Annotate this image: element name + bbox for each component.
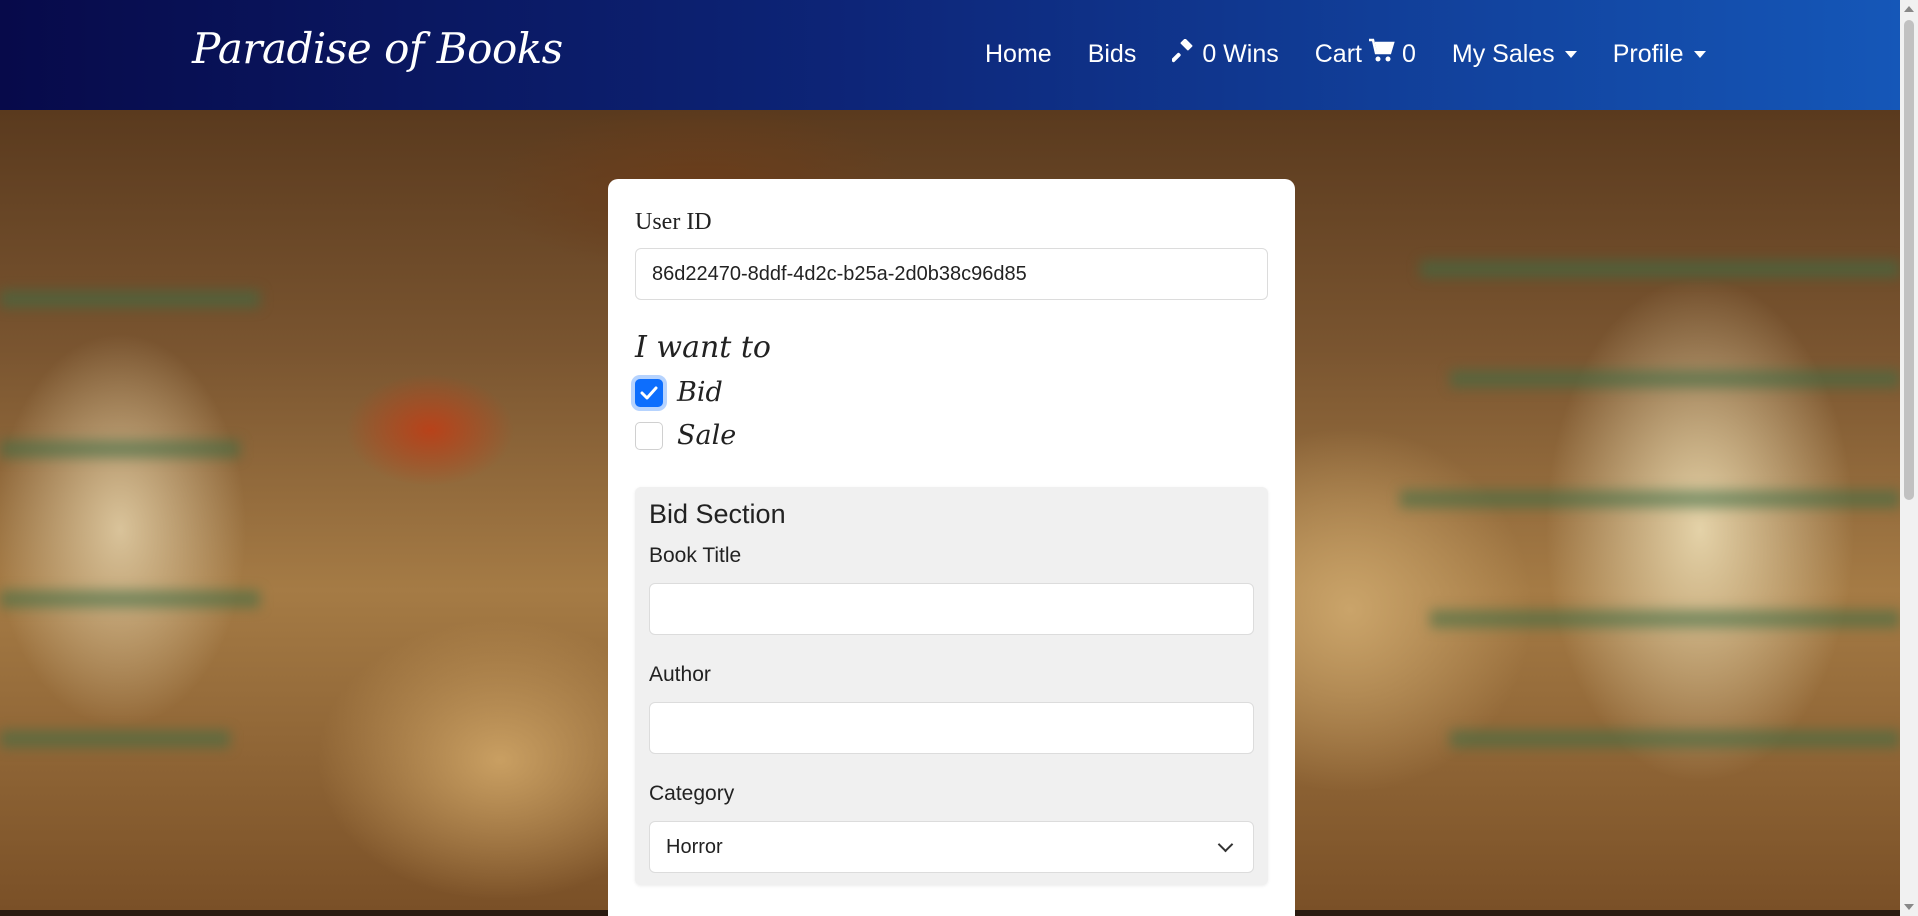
bid-section-title: Bid Section <box>649 499 786 529</box>
form-card: User ID 86d22470-8ddf-4d2c-b25a-2d0b38c9… <box>608 179 1295 916</box>
brand-logo[interactable]: Paradise of Books <box>192 24 563 73</box>
nav-my-sales-dropdown[interactable]: My Sales <box>1452 40 1577 69</box>
nav-links: Home Bids 0 Wins Cart 0 My Sales Profile <box>985 38 1706 71</box>
user-id-input[interactable]: 86d22470-8ddf-4d2c-b25a-2d0b38c96d85 <box>635 248 1268 300</box>
sale-checkbox-label[interactable]: Sale <box>677 420 736 451</box>
nav-wins[interactable]: 0 Wins <box>1171 38 1279 70</box>
nav-cart[interactable]: Cart 0 <box>1315 38 1416 71</box>
intent-heading: I want to <box>635 330 771 365</box>
nav-home[interactable]: Home <box>985 40 1052 69</box>
nav-home-label: Home <box>985 40 1052 68</box>
book-title-input[interactable] <box>649 583 1254 635</box>
category-label: Category <box>649 782 735 805</box>
scroll-down-arrow-icon[interactable] <box>1904 904 1914 910</box>
author-input[interactable] <box>649 702 1254 754</box>
bid-option: Bid <box>635 377 1268 408</box>
bid-checkbox-label[interactable]: Bid <box>677 377 723 408</box>
cart-count: 0 <box>1401 40 1416 68</box>
nav-my-sales-label: My Sales <box>1451 40 1555 68</box>
bid-checkbox[interactable] <box>635 378 663 407</box>
caret-down-icon <box>1693 51 1706 58</box>
nav-cart-label: Cart <box>1314 40 1362 68</box>
bid-section: Bid Section Book Title Author Category H… <box>635 487 1268 885</box>
author-label: Author <box>649 663 711 686</box>
nav-profile-label: Profile <box>1612 40 1684 68</box>
category-select[interactable]: Horror <box>649 821 1254 873</box>
page-scrollbar[interactable] <box>1900 0 1918 916</box>
nav-bids-label: Bids <box>1087 40 1137 68</box>
nav-bids[interactable]: Bids <box>1088 40 1137 69</box>
book-title-label: Book Title <box>649 544 742 567</box>
gavel-icon <box>1171 38 1196 70</box>
category-selected-value: Horror <box>666 835 723 858</box>
check-icon <box>640 386 658 399</box>
scroll-up-arrow-icon[interactable] <box>1904 6 1914 12</box>
scroll-thumb[interactable] <box>1904 20 1914 500</box>
caret-down-icon <box>1564 51 1577 58</box>
cart-icon <box>1368 38 1396 71</box>
sale-option: Sale <box>635 420 1268 451</box>
chevron-down-icon <box>1217 836 1234 852</box>
nav-profile-dropdown[interactable]: Profile <box>1613 40 1706 69</box>
user-id-label: User ID <box>635 209 712 235</box>
nav-wins-label: 0 Wins <box>1202 40 1279 68</box>
sale-checkbox[interactable] <box>635 421 663 450</box>
navbar: Paradise of Books Home Bids 0 Wins Cart … <box>0 0 1900 110</box>
